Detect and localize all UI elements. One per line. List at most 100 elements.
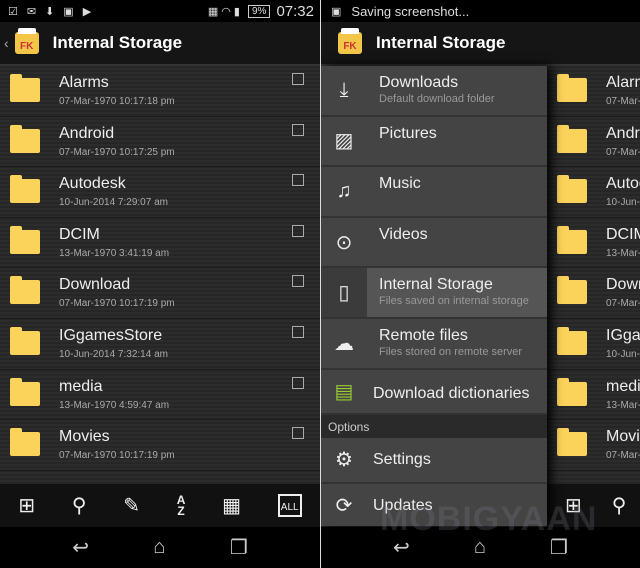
file-date: 07-Mar-1970 10:17:19 pm: [59, 298, 175, 310]
page-title: Internal Storage: [376, 33, 506, 52]
right-screen: ▣ Saving screenshot... FK Internal Stora…: [321, 0, 640, 568]
drawer-item-pictures[interactable]: ▨ Pictures: [321, 117, 547, 168]
folder-icon: [557, 428, 587, 457]
file-row[interactable]: IGgamesStore 10-Jun-2014 7:32:14 am: [0, 319, 320, 370]
drawer-item-settings[interactable]: ⚙ Settings: [321, 438, 547, 484]
refresh-icon: ⟳: [335, 495, 353, 518]
file-row[interactable]: Download 07-Mar-1970 10:17:19 pm: [547, 268, 640, 319]
file-row[interactable]: Autodesk 10-Jun-2014 7:29:07 am: [547, 167, 640, 218]
drawer-item-label: Music: [379, 175, 421, 193]
drawer-item-label: Remote files: [379, 326, 468, 344]
file-row[interactable]: Download 07-Mar-1970 10:17:19 pm: [0, 268, 320, 319]
recent-apps-icon[interactable]: ❐: [230, 535, 248, 560]
select-checkbox[interactable]: [292, 376, 304, 389]
folder-icon: [10, 377, 40, 406]
folder-icon: [557, 326, 587, 355]
left-screen: ☑✉⬇▣▶ ▦ ◠ ▮ 9% 07:32 ‹ FK Internal Stora…: [0, 0, 320, 568]
search-icon[interactable]: ⚲: [612, 493, 627, 518]
select-checkbox[interactable]: [292, 73, 304, 85]
app-logo[interactable]: FK: [338, 28, 362, 54]
file-name: DCIM: [606, 225, 640, 243]
sort-az-icon[interactable]: AZ: [177, 494, 186, 517]
dictionary-icon: ▤: [334, 380, 354, 403]
battery-indicator: 9%: [248, 4, 271, 18]
select-checkbox[interactable]: [292, 174, 304, 187]
search-icon[interactable]: ⚲: [72, 493, 87, 518]
home-icon[interactable]: ⌂: [153, 536, 165, 559]
file-row[interactable]: Movies 07-Mar-1970 10:17:19 pm: [547, 420, 640, 471]
options-header: Options: [321, 414, 547, 438]
drawer-item-label: Settings: [373, 450, 431, 468]
file-row[interactable]: Android 07-Mar-1970 10:17:25 pm: [0, 117, 320, 168]
folder-icon: [10, 175, 40, 204]
file-row[interactable]: Movies 07-Mar-1970 10:17:19 pm: [0, 420, 320, 471]
select-checkbox[interactable]: [292, 275, 304, 288]
select-all-icon[interactable]: ALL: [277, 494, 302, 517]
folder-icon: [10, 124, 40, 153]
file-row[interactable]: IGgamesStore 10-Jun-2014 7:32:14 am: [547, 319, 640, 370]
file-name: Download: [59, 276, 131, 294]
navigation-drawer: ⤓ Downloads Default download folder ▨ Pictur…: [321, 66, 547, 530]
file-date: 07-Mar-1970 10:17:19 pm: [59, 450, 175, 462]
back-icon[interactable]: ↩: [72, 535, 89, 560]
file-list: Alarms 07-Mar-1970 10:17:18 pm Android 07-M…: [547, 66, 640, 484]
file-row[interactable]: Alarms 07-Mar-1970 10:17:18 pm: [0, 66, 320, 117]
picture-icon: ▨: [334, 130, 354, 153]
file-name: DCIM: [59, 225, 100, 243]
drawer-item-download-dictionaries[interactable]: ▤ Download dictionaries: [321, 370, 547, 415]
screenshot-icon: ▣: [331, 5, 342, 18]
file-list: Alarms 07-Mar-1970 10:17:18 pm Android 07-M…: [0, 66, 320, 484]
cloud-icon: ☁: [334, 332, 354, 355]
file-row[interactable]: media 13-Mar-1970 4:59:47 am: [547, 370, 640, 421]
drawer-item-subtitle: Default download folder: [379, 93, 495, 105]
file-name: IGgamesStore: [59, 326, 163, 344]
drawer-item-label: Internal Storage: [379, 276, 493, 294]
file-row[interactable]: Autodesk 10-Jun-2014 7:29:07 am: [0, 167, 320, 218]
file-date: 13-Mar-1970 4:59:47 am: [606, 399, 640, 411]
drawer-item-label: Downloads: [379, 74, 459, 91]
back-chevron-icon[interactable]: ‹: [4, 35, 9, 51]
select-checkbox[interactable]: [292, 123, 304, 136]
file-date: 10-Jun-2014 7:29:07 am: [59, 197, 168, 209]
drawer-item-remote-files[interactable]: ☁ Remote files Files stored on remote serv…: [321, 319, 547, 370]
file-row[interactable]: Android 07-Mar-1970 10:17:25 pm: [547, 117, 640, 168]
file-date: 07-Mar-1970 10:17:19 pm: [606, 298, 640, 310]
folder-icon: [557, 175, 587, 204]
file-date: 07-Mar-1970 10:17:18 pm: [606, 96, 640, 107]
select-checkbox[interactable]: [292, 224, 304, 237]
file-name: Movies: [606, 428, 640, 446]
home-icon[interactable]: ⌂: [474, 536, 486, 559]
status-bar: ▣ Saving screenshot...: [321, 0, 640, 22]
select-checkbox[interactable]: [292, 325, 304, 338]
drawer-item-label: Pictures: [379, 124, 437, 142]
file-row[interactable]: DCIM 13-Mar-1970 3:41:19 am: [547, 218, 640, 269]
file-name: Alarms: [59, 74, 109, 91]
file-row[interactable]: media 13-Mar-1970 4:59:47 am: [0, 370, 320, 421]
drawer-item-music[interactable]: ♫ Music: [321, 167, 547, 218]
nav-bar: ↩ ⌂ ❐: [0, 527, 320, 568]
app-logo[interactable]: FK: [14, 28, 39, 54]
grid-icon[interactable]: ▦: [222, 493, 241, 518]
file-row[interactable]: Alarms 07-Mar-1970 10:17:18 pm: [547, 66, 640, 117]
new-file-icon[interactable]: ⊞: [18, 493, 35, 518]
file-name: Android: [606, 124, 640, 142]
file-date: 07-Mar-1970 10:17:25 pm: [59, 146, 175, 158]
folder-icon: [10, 74, 40, 102]
notification-icons: ☑✉⬇▣▶: [8, 5, 101, 18]
folder-icon: [10, 225, 40, 254]
drawer-item-downloads[interactable]: ⤓ Downloads Default download folder: [321, 66, 547, 117]
drawer-item-internal-storage[interactable]: ▯ Internal Storage Files saved on internal…: [321, 268, 547, 319]
download-icon: ⤓: [339, 78, 349, 101]
drawer-item-subtitle: Files stored on remote server: [379, 345, 523, 358]
select-checkbox[interactable]: [292, 427, 304, 440]
file-name: Android: [59, 124, 115, 142]
drawer-item-videos[interactable]: ⊙ Videos: [321, 218, 547, 269]
file-date: 10-Jun-2014 7:29:07 am: [606, 197, 640, 209]
edit-icon[interactable]: ✎: [123, 493, 140, 518]
file-date: 07-Mar-1970 10:17:19 pm: [606, 450, 640, 462]
music-icon: ♫: [336, 179, 352, 202]
file-name: Autodesk: [59, 175, 126, 193]
action-bar: FK Internal Storage: [321, 22, 640, 66]
file-row[interactable]: DCIM 13-Mar-1970 3:41:19 am: [0, 218, 320, 269]
folder-icon: [557, 377, 587, 406]
